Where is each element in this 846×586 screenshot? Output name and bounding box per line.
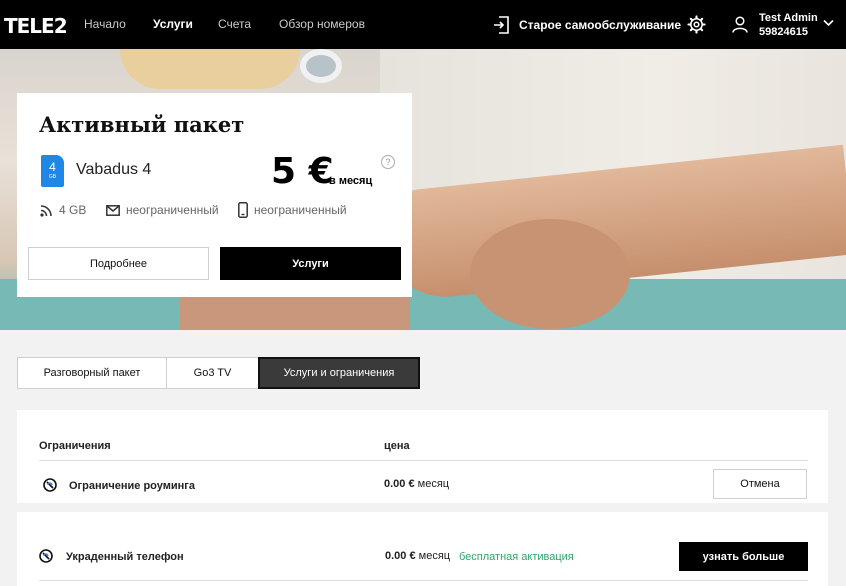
stolen-price-value: 0.00 € [385, 550, 416, 562]
package-name: Vabadus 4 [76, 161, 152, 178]
nav-bills[interactable]: Счета [218, 17, 251, 31]
sim-gb-unit: GB [48, 174, 57, 180]
help-icon[interactable]: ? [381, 155, 395, 169]
details-button[interactable]: Подробнее [28, 247, 209, 280]
no-roaming-icon [43, 478, 57, 492]
restrictions-panel: Ограничения цена Ограничение роуминга 0.… [17, 410, 828, 503]
feature-calls-label: неограниченный [254, 203, 347, 217]
roaming-price-period: месяц [417, 478, 450, 490]
user-name: Test Admin [759, 12, 818, 24]
stolen-phone-panel: Украденный телефон 0.00 € месяц бесплатн… [17, 512, 828, 586]
roaming-price-value: 0.00 € [384, 478, 415, 490]
header-divider [39, 460, 808, 461]
hero-elbow-shape [470, 219, 630, 329]
roaming-restriction-name: Ограничение роуминга [69, 480, 195, 492]
price-column-header: цена [384, 440, 410, 452]
sim-gb-value: 4 [49, 160, 56, 174]
sim-card-icon: 4 GB [41, 155, 64, 187]
learn-more-button[interactable]: узнать больше [679, 542, 808, 571]
tab-talk-package[interactable]: Разговорный пакет [17, 357, 167, 389]
price-period: в месяц [329, 175, 373, 187]
phone-icon [238, 202, 248, 218]
tab-services-restrictions[interactable]: Услуги и ограничения [258, 357, 420, 389]
hero-sunglasses-shape [300, 49, 342, 83]
user-account-menu[interactable]: Test Admin 59824615 [759, 11, 818, 39]
feature-sms: неограниченный [106, 203, 219, 217]
active-package-card: Активный пакет 4 GB Vabadus 4 5 € в меся… [17, 93, 412, 297]
restrictions-column-header: Ограничения [39, 440, 111, 452]
nav-numbers-overview[interactable]: Обзор номеров [279, 17, 365, 31]
old-self-service-link[interactable]: Старое самообслуживание [493, 14, 681, 36]
tele2-logo[interactable]: TELE2 [4, 14, 68, 38]
wifi-icon [40, 204, 52, 217]
roaming-restriction-price: 0.00 € месяц [384, 478, 449, 490]
feature-data: 4 GB [40, 203, 86, 217]
envelope-icon [106, 204, 120, 216]
hero-hair-shape [120, 49, 300, 89]
old-self-service-label: Старое самообслуживание [519, 18, 682, 32]
card-title: Активный пакет [39, 112, 245, 137]
tab-go3-tv[interactable]: Go3 TV [166, 357, 259, 389]
nav-services[interactable]: Услуги [153, 17, 193, 31]
gear-icon[interactable] [687, 15, 706, 34]
stolen-price-period: месяц [418, 550, 451, 562]
free-activation-note: бесплатная активация [459, 551, 574, 563]
services-button[interactable]: Услуги [220, 247, 401, 280]
no-phone-icon [39, 549, 53, 563]
chevron-down-icon[interactable] [823, 19, 834, 27]
top-bar: TELE2 Начало Услуги Счета Обзор номеров … [0, 0, 846, 49]
stolen-phone-price: 0.00 € месяц [385, 550, 450, 562]
feature-data-label: 4 GB [59, 203, 87, 217]
user-icon[interactable] [732, 16, 748, 33]
feature-sms-label: неограниченный [126, 203, 219, 217]
package-price: 5 € [271, 151, 334, 192]
exit-door-icon [494, 16, 509, 34]
row-divider [39, 580, 808, 581]
user-number: 59824615 [759, 26, 808, 38]
service-tabs: Разговорный пакет Go3 TV Услуги и ограни… [17, 357, 420, 389]
stolen-phone-name: Украденный телефон [66, 551, 184, 563]
feature-calls: неограниченный [238, 202, 347, 218]
cancel-roaming-button[interactable]: Отмена [713, 469, 807, 499]
nav-home[interactable]: Начало [84, 17, 126, 31]
